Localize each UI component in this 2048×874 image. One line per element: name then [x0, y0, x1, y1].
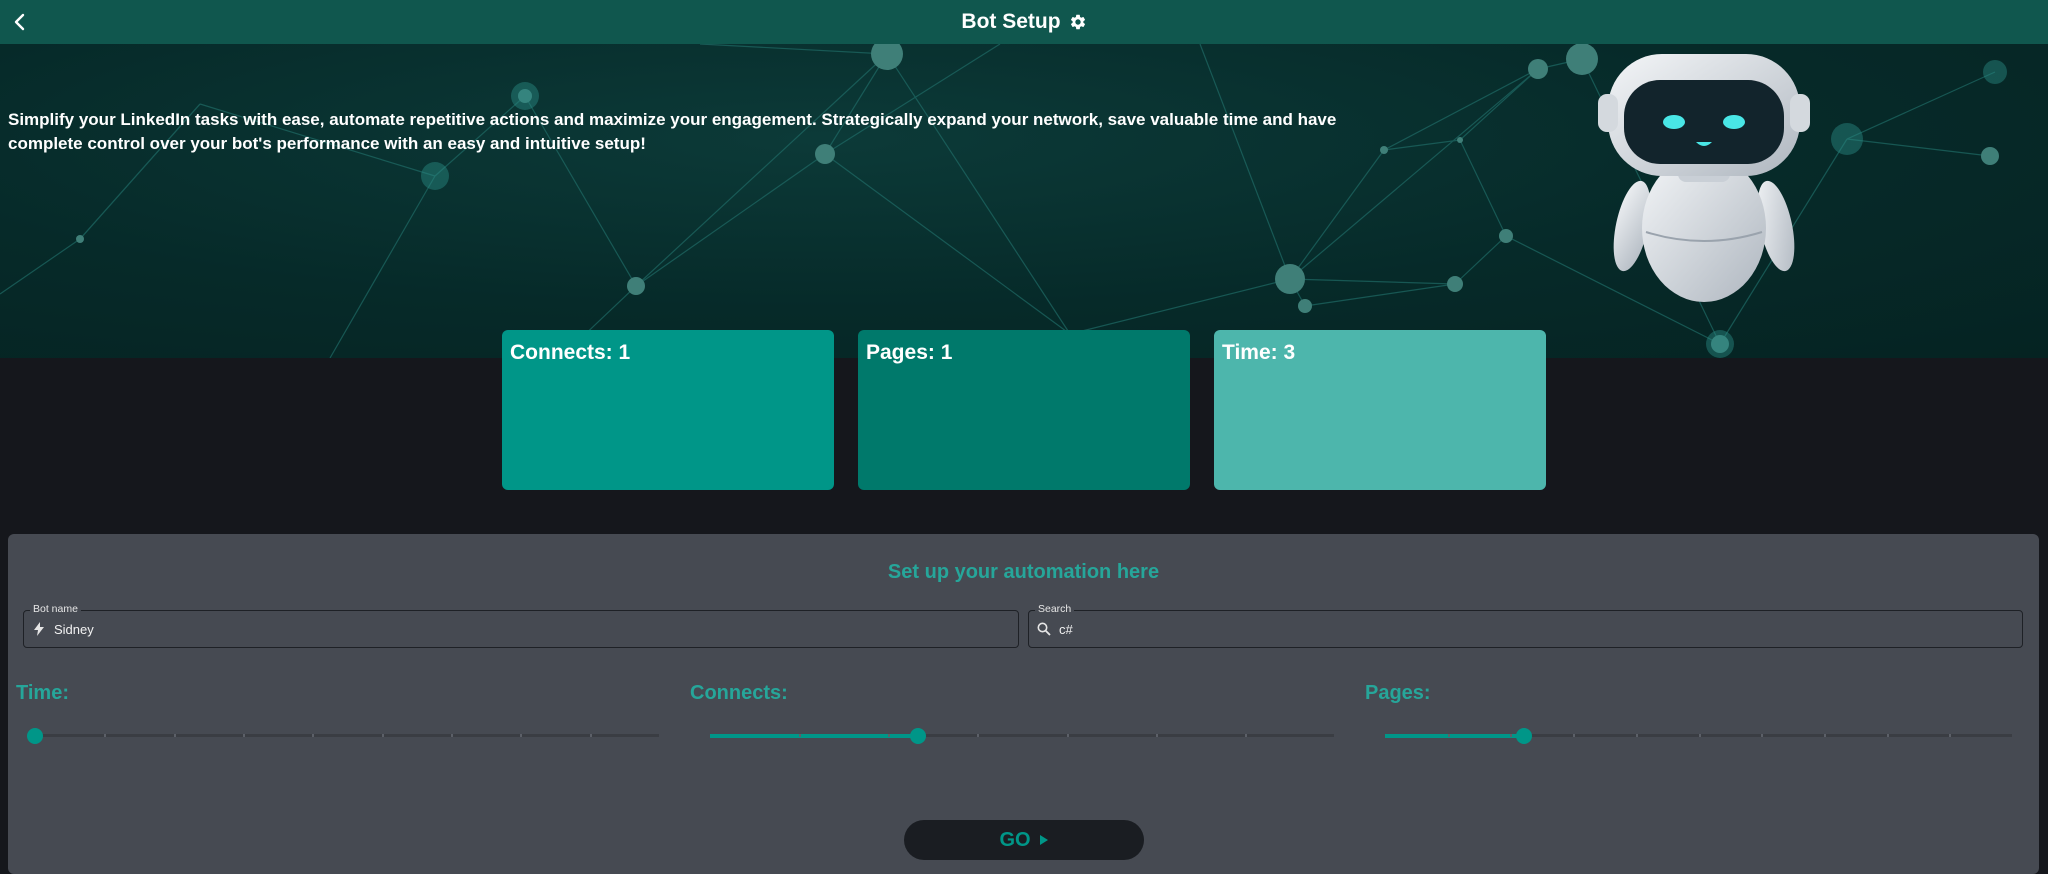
- go-button[interactable]: GO: [904, 820, 1144, 860]
- automation-setup-panel: Set up your automation here Bot name Sea…: [8, 534, 2039, 874]
- bot-name-input[interactable]: [54, 621, 949, 637]
- hero-banner: Simplify your LinkedIn tasks with ease, …: [0, 44, 2048, 358]
- slider-tick: [1949, 734, 1952, 737]
- pages-stat-label: Pages: 1: [866, 341, 953, 364]
- search-field[interactable]: Search: [1028, 603, 2023, 648]
- connects-stat-card: Connects: 1: [502, 330, 834, 490]
- connects-slider-label: Connects:: [690, 682, 788, 704]
- page-title: Bot Setup: [961, 10, 1061, 33]
- time-stat-label: Time: 3: [1222, 341, 1296, 364]
- slider-tick: [589, 734, 592, 737]
- slider-tick: [1823, 734, 1826, 737]
- slider-tick: [799, 734, 802, 737]
- slider-fill: [1385, 734, 1525, 738]
- connects-slider[interactable]: [710, 728, 1334, 744]
- slider-tick: [1698, 734, 1701, 737]
- slider-track: [35, 734, 659, 737]
- slider-tick: [104, 734, 107, 737]
- slider-tick: [888, 734, 891, 737]
- slider-tick: [1886, 734, 1889, 737]
- slider-thumb[interactable]: [909, 728, 926, 744]
- slider-tick: [173, 734, 176, 737]
- slider-tick: [451, 734, 453, 737]
- gear-icon: [1070, 14, 1085, 30]
- panel-title: Set up your automation here: [887, 561, 1160, 583]
- slider-tick: [1635, 734, 1638, 737]
- slider-tick: [1510, 734, 1513, 737]
- slider-tick: [1761, 734, 1764, 737]
- time-stat-card: Time: 3: [1214, 330, 1546, 490]
- slider-tick: [1573, 734, 1576, 737]
- robot-illustration: [1598, 54, 1810, 302]
- lightning-bolt-icon: [24, 622, 54, 636]
- time-slider[interactable]: [27, 728, 659, 744]
- slider-tick: [381, 734, 384, 737]
- slider-tick: [977, 734, 980, 737]
- search-label: Search: [1035, 603, 1075, 615]
- top-app-bar: Bot Setup: [0, 0, 2048, 44]
- go-button-label: GO: [999, 828, 1031, 851]
- search-icon: [1029, 622, 1059, 636]
- pages-slider[interactable]: [1385, 728, 2012, 744]
- time-slider-label: Time:: [16, 682, 69, 704]
- slider-tick: [1155, 734, 1158, 737]
- slider-thumb[interactable]: [1516, 728, 1533, 744]
- chevron-left-icon: [14, 13, 25, 31]
- slider-tick: [1066, 734, 1069, 737]
- slider-fill: [710, 734, 918, 738]
- bot-name-label: Bot name: [30, 603, 81, 615]
- hero-description: Simplify your LinkedIn tasks with ease, …: [8, 110, 1337, 153]
- slider-tick: [312, 734, 315, 737]
- slider-thumb[interactable]: [27, 728, 43, 744]
- slider-tick: [243, 734, 245, 737]
- slider-tick: [520, 734, 523, 737]
- play-icon: [1039, 835, 1048, 845]
- slider-tick: [1244, 734, 1247, 737]
- connects-stat-label: Connects: 1: [510, 341, 631, 364]
- slider-tick: [1447, 734, 1450, 737]
- pages-stat-card: Pages: 1: [858, 330, 1190, 490]
- back-button[interactable]: [4, 6, 36, 38]
- search-input[interactable]: [1059, 621, 1953, 637]
- bot-name-field[interactable]: Bot name: [23, 603, 1019, 648]
- pages-slider-label: Pages:: [1365, 682, 1431, 704]
- settings-button[interactable]: [1069, 13, 1087, 31]
